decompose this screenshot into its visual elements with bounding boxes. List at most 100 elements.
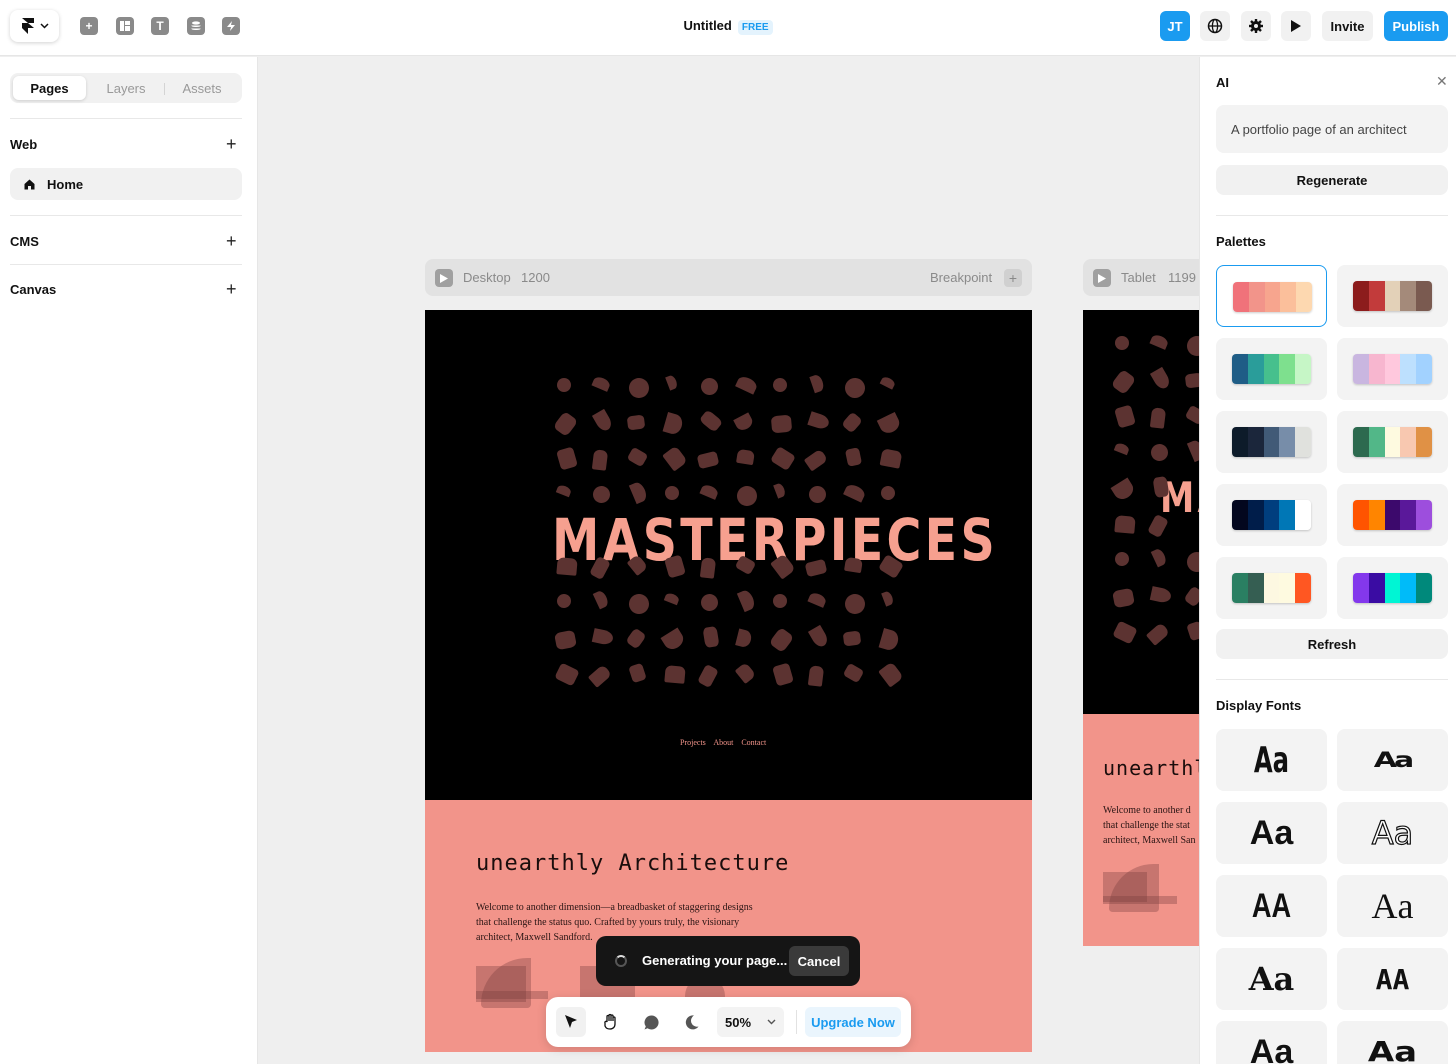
decorative-shape bbox=[1145, 622, 1171, 646]
decorative-shape bbox=[1112, 587, 1135, 609]
decorative-shape bbox=[770, 414, 793, 434]
decorative-shape bbox=[1112, 620, 1138, 645]
tab-pages[interactable]: Pages bbox=[13, 76, 86, 100]
section-web: Web bbox=[10, 137, 38, 152]
color-chip bbox=[1353, 281, 1369, 311]
font-sample: Aa bbox=[1373, 747, 1415, 773]
palette-option[interactable] bbox=[1337, 411, 1448, 473]
decorative-shape bbox=[1186, 620, 1200, 642]
font-sample: Aa bbox=[1249, 1032, 1294, 1064]
palette-option[interactable] bbox=[1216, 265, 1327, 327]
palette-option[interactable] bbox=[1337, 265, 1448, 327]
globe-icon[interactable] bbox=[1200, 11, 1230, 41]
color-chip bbox=[1279, 427, 1296, 457]
font-sample: Aa bbox=[1249, 813, 1294, 852]
font-option[interactable]: Aa bbox=[1337, 875, 1448, 937]
font-option[interactable]: Aa bbox=[1216, 729, 1327, 791]
tablet-hero-section[interactable]: MA bbox=[1083, 310, 1200, 714]
invite-button[interactable]: Invite bbox=[1322, 11, 1373, 41]
palette-option[interactable] bbox=[1216, 557, 1327, 619]
decorative-shape bbox=[591, 449, 609, 471]
color-chip bbox=[1384, 500, 1401, 530]
font-option[interactable]: Aa bbox=[1337, 802, 1448, 864]
font-option[interactable]: AA bbox=[1216, 875, 1327, 937]
palette-option[interactable] bbox=[1216, 338, 1327, 400]
font-option[interactable]: Aa bbox=[1216, 802, 1327, 864]
upgrade-now-button[interactable]: Upgrade Now bbox=[805, 1007, 901, 1037]
font-sample: Aa bbox=[1371, 813, 1414, 852]
color-chip bbox=[1263, 500, 1280, 530]
plan-badge: FREE bbox=[737, 20, 773, 35]
palette-option[interactable] bbox=[1216, 484, 1327, 546]
palette-option[interactable] bbox=[1337, 338, 1448, 400]
palette-option[interactable] bbox=[1337, 557, 1448, 619]
decorative-shape bbox=[556, 557, 578, 576]
color-chip bbox=[1232, 354, 1248, 384]
add-collection-plus-icon[interactable]: + bbox=[226, 232, 237, 250]
comment-tool-icon[interactable] bbox=[636, 1007, 666, 1037]
tab-layers[interactable]: Layers bbox=[90, 76, 162, 100]
page-item-home[interactable]: Home bbox=[10, 168, 242, 200]
body-line: that challenge the status quo. Crafted b… bbox=[476, 917, 740, 928]
breakpoint-width: 1199 bbox=[1168, 270, 1196, 285]
add-page-plus-icon[interactable]: + bbox=[226, 135, 237, 153]
select-tool-icon[interactable] bbox=[556, 1007, 586, 1037]
page-item-label: Home bbox=[47, 176, 84, 192]
decorative-shape bbox=[807, 624, 831, 650]
font-option[interactable]: Aa bbox=[1337, 1021, 1448, 1064]
color-chip bbox=[1247, 573, 1264, 603]
hand-tool-icon[interactable] bbox=[596, 1007, 626, 1037]
close-icon[interactable]: ✕ bbox=[1436, 73, 1448, 90]
preview-play-icon[interactable] bbox=[435, 269, 453, 287]
zoom-select[interactable]: 50% bbox=[717, 1007, 784, 1037]
decorative-shape bbox=[736, 448, 755, 466]
desktop-hero-section[interactable]: MASTERPIECES Projects About Contact bbox=[425, 310, 1032, 800]
font-option[interactable]: AA bbox=[1337, 948, 1448, 1010]
sidebar-tabs: Pages Layers Assets bbox=[10, 73, 242, 103]
refresh-palettes-button[interactable]: Refresh bbox=[1216, 629, 1448, 659]
left-sidebar: Pages Layers Assets Web + Home CMS + Can… bbox=[0, 57, 258, 1064]
gear-icon[interactable] bbox=[1241, 11, 1271, 41]
color-chip bbox=[1233, 282, 1249, 312]
document-title[interactable]: Untitled FREE bbox=[0, 18, 1456, 35]
body-line: Welcome to another dimension—a breadbask… bbox=[476, 902, 753, 913]
decorative-shape bbox=[626, 446, 649, 468]
add-breakpoint-plus-icon[interactable]: + bbox=[1004, 269, 1022, 287]
breakpoint-name: Desktop bbox=[463, 270, 511, 285]
tablet-frame-header[interactable]: Tablet 1199 bbox=[1083, 259, 1200, 296]
decorative-shape bbox=[589, 482, 614, 507]
decorative-shape bbox=[554, 662, 580, 687]
preview-play-icon[interactable] bbox=[1093, 269, 1111, 287]
publish-button[interactable]: Publish bbox=[1384, 11, 1448, 41]
avatar[interactable]: JT bbox=[1160, 11, 1190, 41]
palette-option[interactable] bbox=[1216, 411, 1327, 473]
cancel-button[interactable]: Cancel bbox=[789, 946, 849, 976]
decorative-shape bbox=[1113, 441, 1131, 455]
divider bbox=[10, 264, 242, 265]
preview-play-icon[interactable] bbox=[1281, 11, 1311, 41]
add-canvas-plus-icon[interactable]: + bbox=[226, 280, 237, 298]
decorative-shape bbox=[664, 665, 686, 684]
decorative-shape bbox=[1149, 407, 1167, 429]
decorative-shape bbox=[1184, 372, 1200, 389]
tab-assets[interactable]: Assets bbox=[166, 76, 238, 100]
regenerate-button[interactable]: Regenerate bbox=[1216, 165, 1448, 195]
dark-mode-moon-icon[interactable] bbox=[677, 1007, 707, 1037]
font-option[interactable]: Aa bbox=[1216, 1021, 1327, 1064]
color-chip bbox=[1384, 427, 1401, 457]
palette-option[interactable] bbox=[1337, 484, 1448, 546]
decorative-shape bbox=[662, 412, 685, 436]
font-option[interactable]: Aa bbox=[1337, 729, 1448, 791]
decorative-shape bbox=[629, 480, 649, 504]
font-option[interactable]: Aa bbox=[1216, 948, 1327, 1010]
add-breakpoint-label[interactable]: Breakpoint bbox=[930, 270, 992, 285]
desktop-frame-header[interactable]: Desktop 1200 Breakpoint + bbox=[425, 259, 1032, 296]
color-chip bbox=[1232, 573, 1248, 603]
tablet-about-section[interactable]: unearthly Welcome to another d that chal… bbox=[1083, 714, 1200, 946]
decorative-shape bbox=[1114, 515, 1136, 534]
ai-prompt-input[interactable]: A portfolio page of an architect bbox=[1216, 105, 1448, 153]
color-chip bbox=[1368, 281, 1385, 311]
palette-swatch bbox=[1353, 573, 1432, 603]
decorative-shape bbox=[876, 411, 903, 437]
decorative-shape bbox=[1110, 368, 1137, 396]
